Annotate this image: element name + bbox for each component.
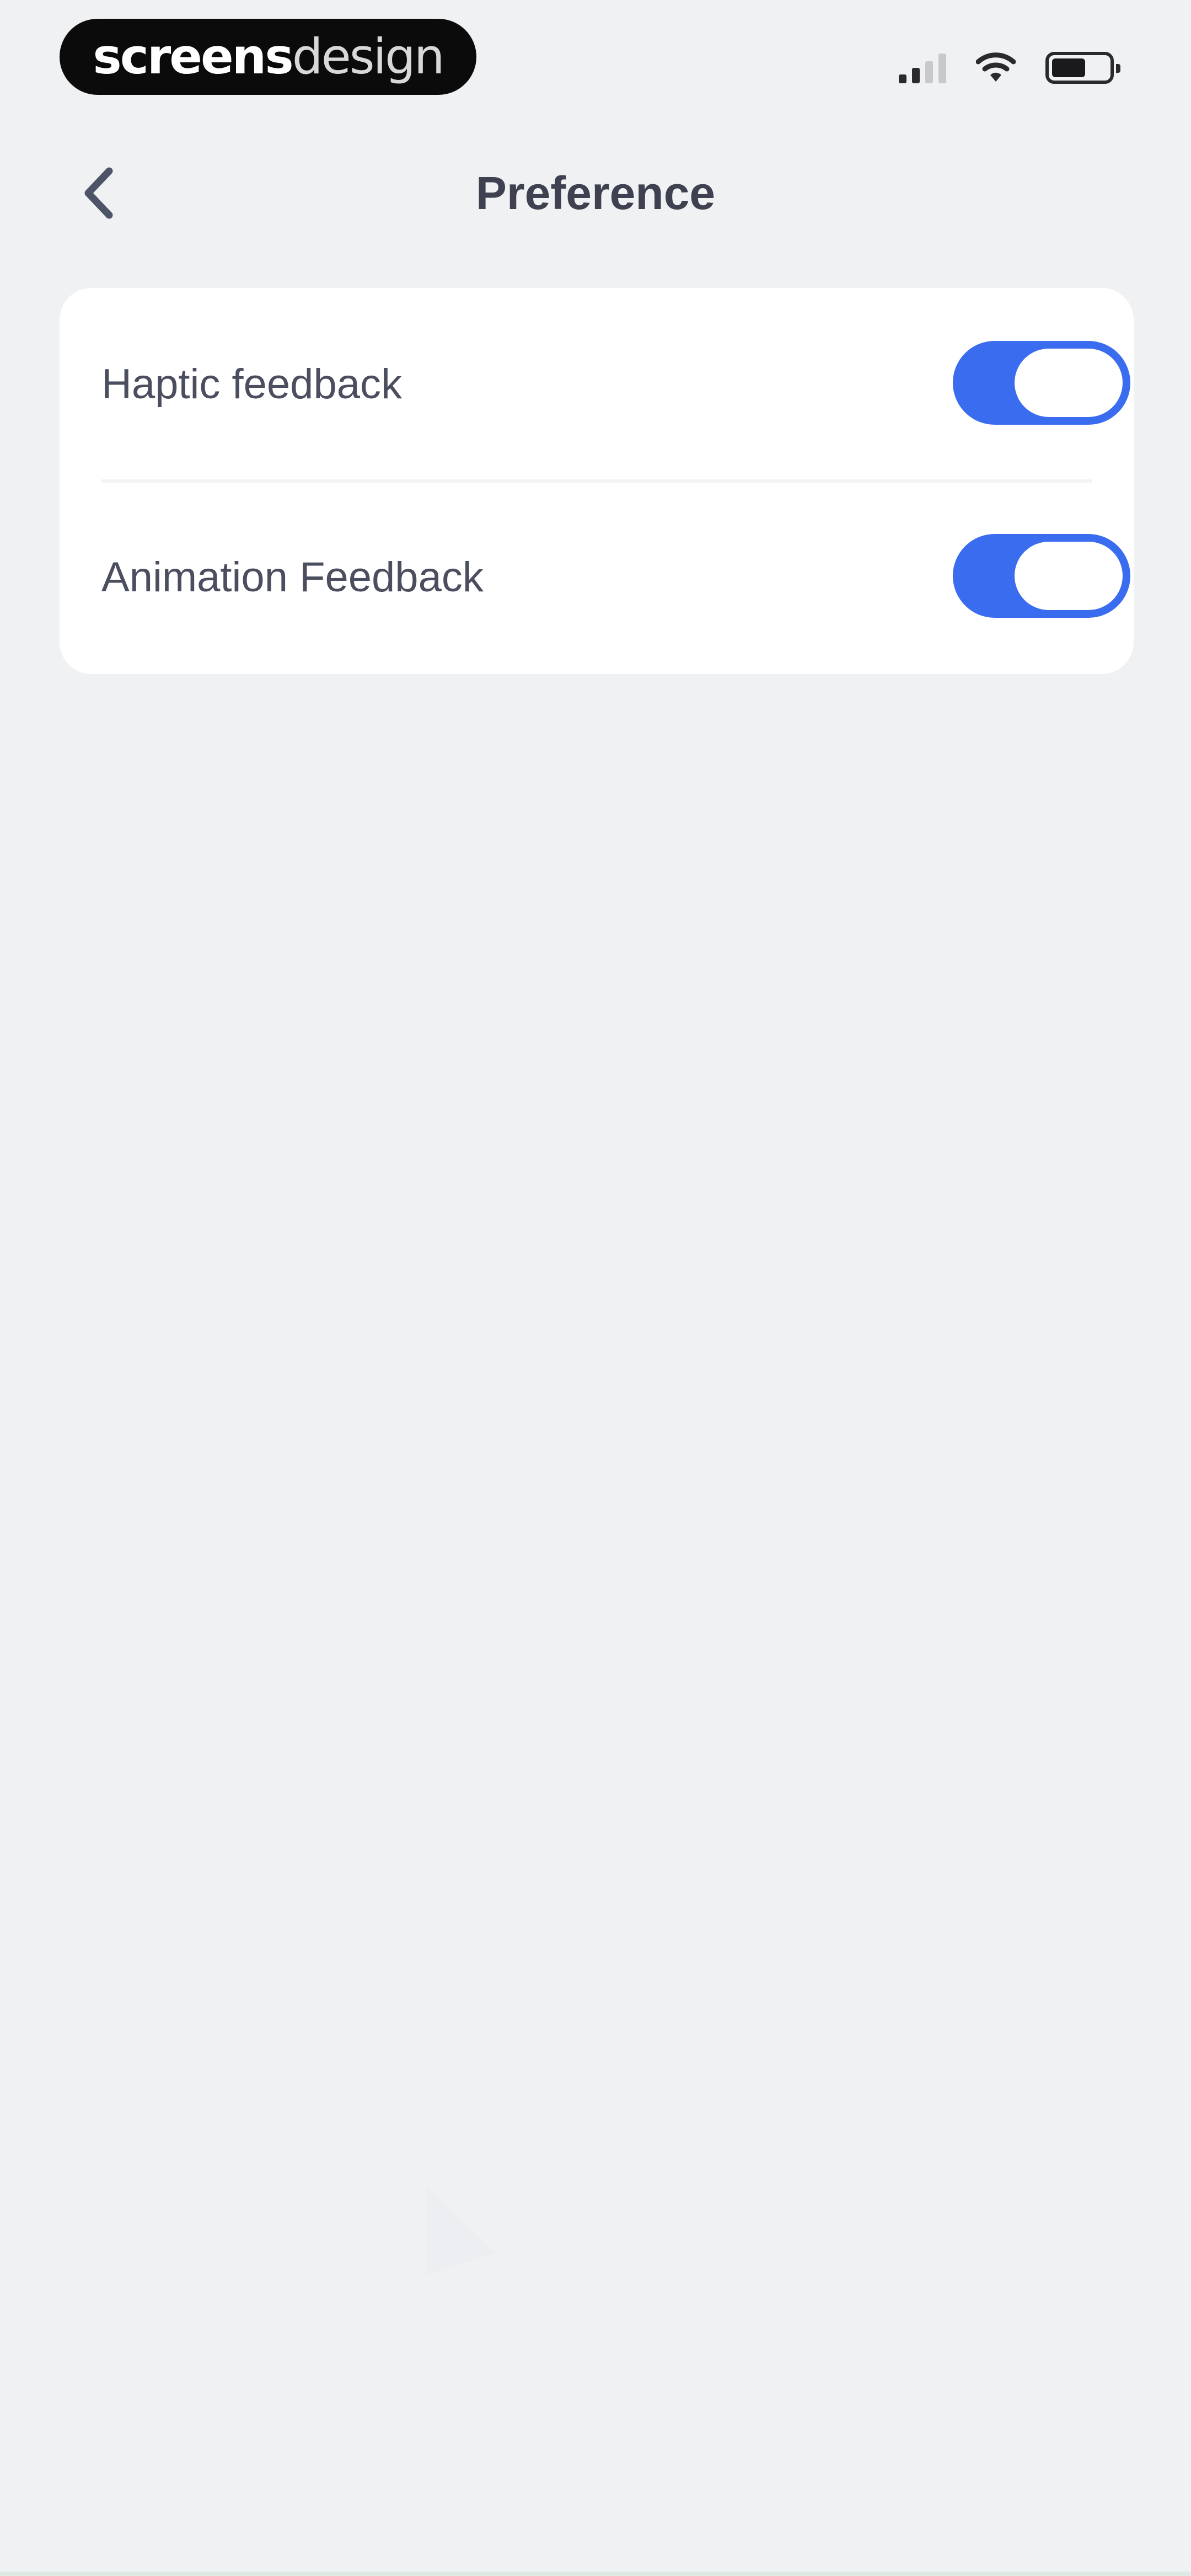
battery-level bbox=[1052, 58, 1085, 77]
screen-bottom-edge bbox=[0, 2572, 1191, 2576]
status-icons bbox=[899, 49, 1120, 87]
brand-badge: screens design bbox=[60, 19, 476, 95]
brand-word-screens: screens bbox=[93, 28, 293, 85]
setting-label: Haptic feedback bbox=[101, 361, 402, 408]
animation-feedback-toggle[interactable] bbox=[953, 534, 1130, 618]
navigation-bar: Preference bbox=[0, 149, 1191, 237]
settings-card: Haptic feedback Animation Feedback bbox=[60, 288, 1134, 674]
brand-word-design: design bbox=[292, 28, 445, 85]
wifi-icon bbox=[975, 51, 1016, 85]
cellular-signal-icon bbox=[899, 52, 946, 83]
page-title: Preference bbox=[475, 167, 716, 219]
setting-label: Animation Feedback bbox=[101, 554, 484, 601]
toggle-knob bbox=[1015, 542, 1123, 610]
setting-row-haptic-feedback: Haptic feedback bbox=[60, 288, 1134, 483]
faint-watermark-shape bbox=[427, 2188, 495, 2275]
setting-row-animation-feedback: Animation Feedback bbox=[60, 481, 1134, 674]
battery-icon bbox=[1045, 52, 1120, 84]
status-bar: screens design bbox=[0, 0, 1191, 116]
toggle-knob bbox=[1015, 349, 1123, 417]
haptic-feedback-toggle[interactable] bbox=[953, 341, 1130, 425]
